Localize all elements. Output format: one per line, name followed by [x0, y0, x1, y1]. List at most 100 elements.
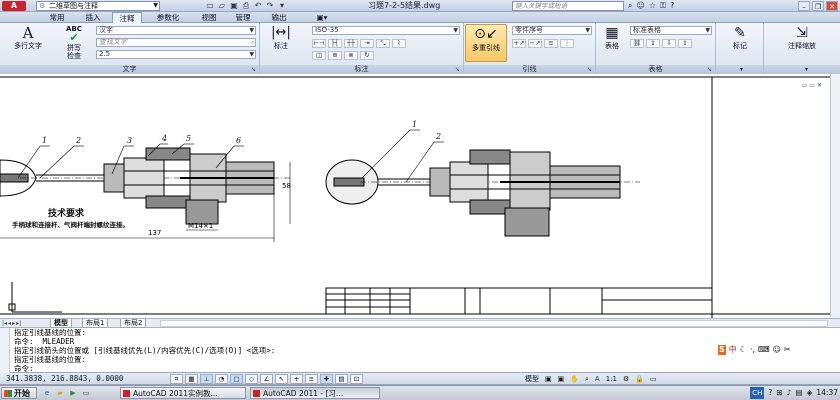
find-text-input[interactable]: 查找文字 ⌕ — [96, 38, 256, 47]
restore-viewport-icon[interactable]: ▭ — [809, 82, 815, 89]
pan-icon[interactable]: ✋ — [570, 373, 579, 385]
polar-toggle-icon[interactable]: ◔ — [215, 374, 228, 384]
download-icon[interactable]: ⇩ — [662, 39, 676, 48]
annotation-scale-icon[interactable]: A — [595, 373, 600, 385]
clock[interactable]: 14:37 — [816, 387, 838, 399]
text-panel-label[interactable]: 文字 ↘ — [0, 65, 259, 74]
otrack-toggle-icon[interactable]: ∠ — [260, 374, 273, 384]
close-icon[interactable]: ✕ — [826, 1, 838, 11]
help-icon[interactable]: ? — [670, 1, 674, 11]
markup-panel-label[interactable]: ▾ — [716, 65, 763, 74]
tab-output[interactable]: 输出 — [264, 12, 294, 23]
add-leader-icon[interactable]: +↗ — [512, 39, 526, 48]
volume-icon[interactable]: ♪ — [787, 387, 792, 399]
folder-icon[interactable]: ▰ — [55, 388, 65, 398]
tab-insert[interactable]: 插入 — [78, 12, 108, 23]
tab-model[interactable]: 模型 — [50, 319, 72, 328]
print-icon[interactable]: ⎙ — [241, 1, 251, 11]
grid-toggle-icon[interactable]: ▦ — [185, 374, 198, 384]
open-icon[interactable]: ▱ — [217, 1, 227, 11]
ime-punct-icon[interactable]: ·, — [750, 345, 755, 355]
dim-center-icon[interactable]: ⊗ — [344, 51, 358, 60]
markup-button[interactable]: ✎ 标记 — [722, 25, 758, 50]
vertical-scrollbar[interactable] — [830, 74, 840, 318]
collect-leader-icon[interactable]: ⋮ — [560, 39, 574, 48]
ducs-toggle-icon[interactable]: ↖ — [275, 374, 288, 384]
tab-manage[interactable]: 管理 — [228, 12, 258, 23]
annotation-scale-button[interactable]: ⇲ 注释缩放 — [768, 25, 836, 50]
upload-icon[interactable]: ⇧ — [678, 39, 692, 48]
spell-check-button[interactable]: ABC ✔ 拼写 检查 — [58, 25, 90, 60]
media-icon[interactable]: ▶ — [68, 388, 78, 398]
ime-user-icon[interactable]: ☺ — [773, 345, 781, 355]
tab-layout2[interactable]: 布局2 — [120, 319, 147, 328]
tab-annotate[interactable]: 注释 — [112, 12, 142, 23]
align-leader-icon[interactable]: ≡ — [544, 39, 558, 48]
extract-data-icon[interactable]: ⇪ — [646, 39, 660, 48]
key-icon[interactable]: ⚿ — [660, 1, 666, 11]
dim-quick-icon[interactable]: ⊢⊣ — [312, 39, 326, 48]
tab-more-icon[interactable]: ▣▾ — [312, 12, 332, 23]
tpy-toggle-icon[interactable]: ✚ — [320, 374, 333, 384]
next-layout-icon[interactable]: ▸ — [12, 319, 15, 328]
annotation-scale-panel-label[interactable]: ▾ — [764, 65, 840, 74]
search-input[interactable]: 键入关键字或短语 — [512, 1, 624, 11]
layout-quickview-icon[interactable]: ▣ — [545, 373, 552, 385]
dim-space-icon[interactable]: ⇥ — [360, 39, 374, 48]
desktop-icon[interactable]: ▭ — [81, 388, 91, 398]
linear-dimension-button[interactable]: |↔| 标注 — [266, 25, 296, 50]
link-data-icon[interactable]: ⛓ — [630, 39, 644, 48]
minimize-icon[interactable]: – — [798, 1, 810, 11]
tray-icon-a[interactable]: ▤ — [796, 387, 803, 399]
zoom-icon[interactable]: ⌕ — [585, 373, 589, 385]
dim-tolerance-icon[interactable]: ⊕ — [328, 51, 342, 60]
dim-inspect-icon[interactable]: ◫ — [312, 51, 326, 60]
first-layout-icon[interactable]: |◂ — [2, 319, 7, 328]
last-layout-icon[interactable]: ▸| — [16, 319, 21, 328]
qp-toggle-icon[interactable]: ▤ — [335, 374, 348, 384]
application-menu-button[interactable]: A — [2, 1, 26, 11]
lwt-toggle-icon[interactable]: ≡ — [305, 374, 318, 384]
table-panel-label[interactable]: 表格 ↘ — [596, 65, 715, 74]
prev-layout-icon[interactable]: ◂ — [8, 319, 11, 328]
dim-break-icon[interactable]: ⤡ — [376, 39, 390, 48]
ie-icon[interactable]: e — [42, 388, 52, 398]
drawing-canvas[interactable]: 1 2 3 4 5 6 1 2 技术要求 手柄球和连接杆、气阀杆端封螺纹连接。 … — [0, 74, 840, 318]
taskbar-item-tutorial[interactable]: AutoCAD 2011实例教... — [120, 387, 246, 399]
dim-baseline-icon[interactable]: ┼┼ — [344, 39, 358, 48]
minimize-viewport-icon[interactable]: ▭ — [802, 82, 808, 89]
leader-style-select[interactable]: 零件序号 ▼ — [512, 26, 592, 35]
dim-style-select[interactable]: ISO-35 ▼ — [312, 26, 460, 35]
tab-layout1[interactable]: 布局1 — [82, 319, 109, 328]
annotation-scale-value[interactable]: 1:1 — [606, 373, 617, 385]
ime-chinese-icon[interactable]: 中 — [729, 345, 737, 355]
tray-icon-b[interactable]: ◈ — [807, 387, 813, 399]
tab-home[interactable]: 常用 — [40, 12, 74, 23]
redo-icon[interactable]: ↷ — [265, 1, 275, 11]
dimension-panel-label[interactable]: 标注 ↘ — [260, 65, 463, 74]
dim-jog-icon[interactable]: ⌇ — [392, 39, 406, 48]
dim-continue-icon[interactable]: ├┤ — [328, 39, 342, 48]
save-icon[interactable]: ▣ — [229, 1, 239, 11]
model-button[interactable]: 模型 — [525, 373, 539, 385]
language-indicator[interactable]: CH — [750, 387, 765, 399]
snap-toggle-icon[interactable]: ⌗ — [170, 374, 183, 384]
search-icon[interactable]: ⌕ — [628, 1, 632, 11]
tab-parametric[interactable]: 参数化 — [148, 12, 188, 23]
ime-settings-icon[interactable]: ✂ — [784, 345, 791, 355]
close-viewport-icon[interactable]: ✕ — [817, 82, 822, 89]
taskbar-item-autocad[interactable]: AutoCAD 2011 - [习... — [250, 387, 380, 399]
3dosnap-toggle-icon[interactable]: ◇ — [245, 374, 258, 384]
table-style-select[interactable]: 标准表格 ▼ — [630, 26, 712, 35]
new-icon[interactable]: ▭ — [205, 1, 215, 11]
leader-panel-label[interactable]: 引线 ↘ — [464, 65, 595, 74]
user-icon[interactable]: ☺ — [636, 1, 644, 11]
ime-moon-icon[interactable]: ☾ — [740, 345, 747, 355]
start-button[interactable]: 开始 — [1, 387, 37, 399]
qat-dropdown-icon[interactable]: ▾ — [277, 1, 287, 11]
network-icon[interactable]: ⊞ — [776, 387, 782, 399]
workspace-select[interactable]: ⚙ 二维草图与注释 ▼ — [36, 1, 160, 11]
multileader-button[interactable]: ⊙↙ 多重引线 — [465, 24, 507, 62]
command-line[interactable]: 指定引线基线的位置: 命令: MLEADER 指定引线箭头的位置或 [引线基线优… — [0, 328, 840, 373]
remove-leader-icon[interactable]: −↗ — [528, 39, 542, 48]
